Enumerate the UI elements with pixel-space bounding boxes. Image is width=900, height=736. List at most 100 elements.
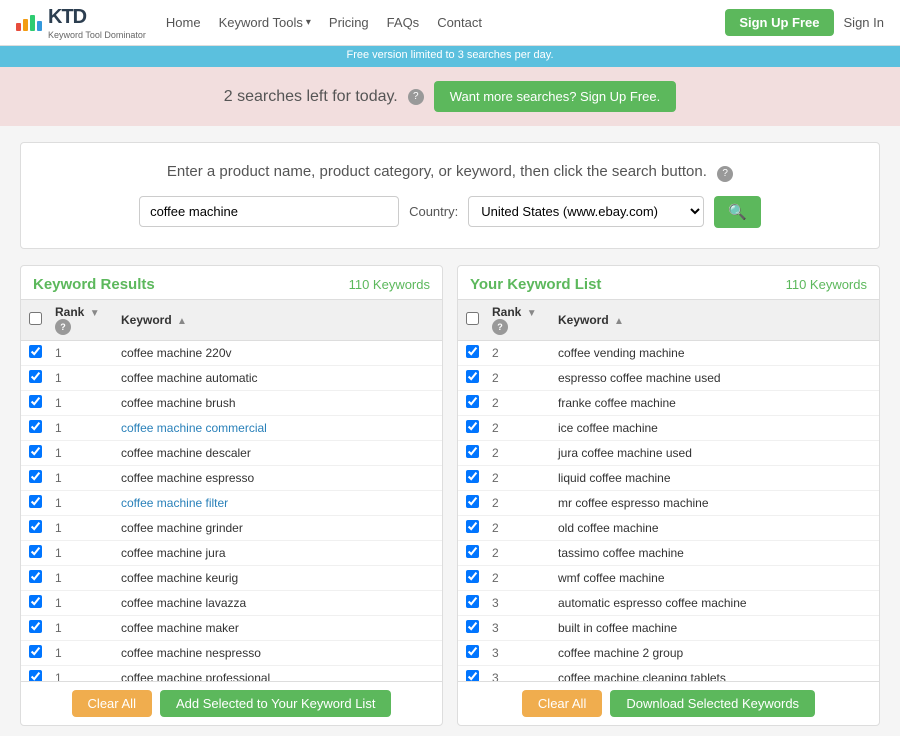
table-row: 2 jura coffee machine used — [458, 441, 879, 466]
row-checkbox[interactable] — [29, 420, 42, 433]
nav-faqs[interactable]: FAQs — [387, 15, 420, 30]
row-checkbox[interactable] — [466, 670, 479, 681]
row-keyword: wmf coffee machine — [558, 571, 871, 585]
row-checkbox[interactable] — [29, 545, 42, 558]
row-checkbox[interactable] — [466, 595, 479, 608]
search-input[interactable] — [139, 196, 399, 227]
row-checkbox[interactable] — [29, 345, 42, 358]
row-checkbox[interactable] — [29, 620, 42, 633]
yourkw-keyword-sort-icon[interactable]: ▲ — [614, 316, 624, 327]
keyword-results-header: Keyword Results 110 Keywords — [21, 266, 442, 299]
nav-keyword-tools[interactable]: Keyword Tools ▾ — [219, 15, 311, 30]
alert-bar: 2 searches left for today. ? Want more s… — [0, 64, 900, 126]
row-checkbox[interactable] — [466, 420, 479, 433]
row-checkbox[interactable] — [29, 495, 42, 508]
row-rank: 1 — [55, 396, 115, 410]
search-help-icon[interactable]: ? — [717, 166, 733, 182]
row-rank: 1 — [55, 596, 115, 610]
clear-yourkw-button[interactable]: Clear All — [522, 690, 602, 717]
row-checkbox[interactable] — [29, 645, 42, 658]
row-keyword: jura coffee machine used — [558, 446, 871, 460]
row-checkbox[interactable] — [29, 595, 42, 608]
row-checkbox[interactable] — [466, 395, 479, 408]
table-row: 1 coffee machine filter — [21, 491, 442, 516]
country-select[interactable]: United States (www.ebay.com) United King… — [468, 196, 704, 227]
country-label: Country: — [409, 204, 458, 219]
your-keywords-body: 2 coffee vending machine 2 espresso coff… — [458, 341, 879, 681]
brand: KTD Keyword Tool Dominator — [16, 6, 146, 40]
row-checkbox[interactable] — [29, 670, 42, 681]
search-button[interactable]: 🔍 — [714, 196, 761, 228]
row-keyword: ice coffee machine — [558, 421, 871, 435]
rank-sort-icon[interactable]: ▼ — [90, 308, 100, 319]
search-section: Enter a product name, product category, … — [20, 142, 880, 249]
keyword-sort-icon[interactable]: ▲ — [177, 316, 187, 327]
nav-contact[interactable]: Contact — [437, 15, 482, 30]
row-checkbox[interactable] — [29, 520, 42, 533]
rank-help-icon[interactable]: ? — [55, 319, 71, 335]
select-all-yourkw-checkbox[interactable] — [466, 312, 479, 325]
row-checkbox[interactable] — [29, 570, 42, 583]
row-checkbox[interactable] — [29, 445, 42, 458]
row-keyword: coffee machine cleaning tablets — [558, 671, 871, 681]
row-checkbox[interactable] — [466, 620, 479, 633]
row-rank: 1 — [55, 546, 115, 560]
row-rank: 1 — [55, 646, 115, 660]
row-checkbox[interactable] — [466, 345, 479, 358]
row-rank: 1 — [55, 571, 115, 585]
row-rank: 2 — [492, 446, 552, 460]
your-keywords-footer: Clear All Download Selected Keywords — [458, 681, 879, 725]
alert-help-icon[interactable]: ? — [408, 89, 424, 105]
row-keyword: coffee machine descaler — [121, 446, 434, 460]
row-rank: 1 — [55, 521, 115, 535]
row-checkbox[interactable] — [29, 470, 42, 483]
row-checkbox[interactable] — [466, 470, 479, 483]
select-all-results-checkbox[interactable] — [29, 312, 42, 325]
row-checkbox[interactable] — [466, 495, 479, 508]
row-checkbox[interactable] — [29, 370, 42, 383]
download-button[interactable]: Download Selected Keywords — [610, 690, 815, 717]
yourkw-rank-sort-icon[interactable]: ▼ — [527, 308, 537, 319]
nav-pricing[interactable]: Pricing — [329, 15, 369, 30]
table-row: 1 coffee machine commercial — [21, 416, 442, 441]
alert-cta-button[interactable]: Want more searches? Sign Up Free. — [434, 81, 677, 112]
keyword-col-header: Keyword ▲ — [121, 313, 434, 327]
row-checkbox[interactable] — [466, 520, 479, 533]
row-checkbox[interactable] — [466, 570, 479, 583]
row-keyword: built in coffee machine — [558, 621, 871, 635]
table-row: 1 coffee machine automatic — [21, 366, 442, 391]
yourkw-rank-help-icon[interactable]: ? — [492, 319, 508, 335]
row-rank: 2 — [492, 546, 552, 560]
row-keyword: coffee machine nespresso — [121, 646, 434, 660]
row-keyword: old coffee machine — [558, 521, 871, 535]
row-keyword: espresso coffee machine used — [558, 371, 871, 385]
row-checkbox[interactable] — [29, 395, 42, 408]
keyword-link[interactable]: coffee machine filter — [121, 496, 228, 510]
row-checkbox[interactable] — [466, 545, 479, 558]
row-keyword: liquid coffee machine — [558, 471, 871, 485]
row-rank: 1 — [55, 471, 115, 485]
row-keyword: coffee machine filter — [121, 496, 434, 510]
table-row: 2 ice coffee machine — [458, 416, 879, 441]
keyword-results-table-header: Rank ▼ ? Keyword ▲ — [21, 299, 442, 341]
signup-button[interactable]: Sign Up Free — [725, 9, 833, 36]
table-row: 1 coffee machine nespresso — [21, 641, 442, 666]
add-selected-button[interactable]: Add Selected to Your Keyword List — [160, 690, 391, 717]
signin-link[interactable]: Sign In — [844, 15, 884, 30]
table-row: 1 coffee machine professional — [21, 666, 442, 681]
top-banner: Free version limited to 3 searches per d… — [0, 46, 900, 64]
row-rank: 2 — [492, 471, 552, 485]
row-rank: 2 — [492, 371, 552, 385]
keyword-link[interactable]: coffee machine commercial — [121, 421, 267, 435]
brand-sub: Keyword Tool Dominator — [48, 31, 146, 40]
row-checkbox[interactable] — [466, 445, 479, 458]
nav-home[interactable]: Home — [166, 15, 201, 30]
table-row: 2 tassimo coffee machine — [458, 541, 879, 566]
row-rank: 1 — [55, 621, 115, 635]
row-checkbox[interactable] — [466, 370, 479, 383]
row-rank: 1 — [55, 346, 115, 360]
clear-results-button[interactable]: Clear All — [72, 690, 152, 717]
row-checkbox[interactable] — [466, 645, 479, 658]
table-row: 2 franke coffee machine — [458, 391, 879, 416]
row-rank: 2 — [492, 521, 552, 535]
